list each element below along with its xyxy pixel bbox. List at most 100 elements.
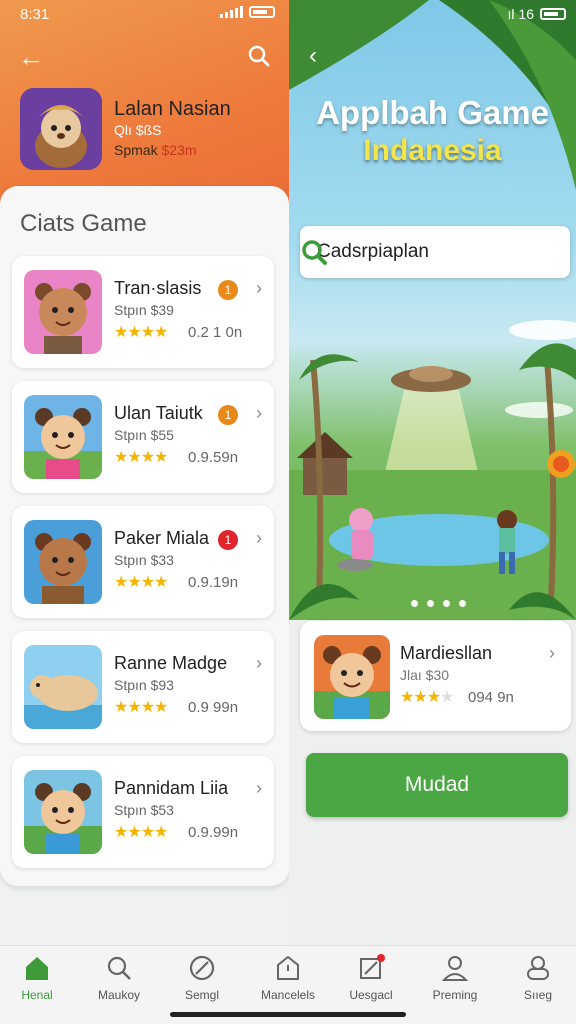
game-name: Ulan Taiutk [114, 403, 203, 423]
notification-badge: 1 [218, 405, 238, 425]
nav-item-search[interactable]: Maukoy [79, 954, 159, 1002]
game-thumbnail [24, 645, 102, 729]
chevron-right-icon: › [256, 528, 262, 548]
list-title: Ciats Game [20, 210, 147, 237]
game-thumbnail [24, 520, 102, 604]
list-item[interactable]: Ranne Madge › Stpın $93 ★★★★ 0.9 99n [12, 631, 274, 743]
search-icon[interactable] [247, 44, 271, 68]
edit-icon [360, 954, 385, 979]
nav-label: Maukoy [97, 988, 141, 1002]
hero-price-value: $23m [161, 142, 197, 158]
right-panel: ıl 16 ‹ Applbah Game Indanesia Cadsrpiap… [289, 0, 576, 945]
compass-icon [189, 955, 215, 981]
game-rating: 0.9.19n [188, 574, 239, 591]
island-scene-image [289, 0, 576, 620]
star-rating: ★★★★ [114, 824, 168, 841]
chevron-right-icon: › [549, 643, 555, 663]
left-panel: 8:31 ← Lalan Nasian Qlı $ßS Spmak $23m C… [0, 0, 289, 945]
carousel-dot[interactable] [459, 600, 466, 607]
star-rating: ★★★★ [114, 699, 168, 716]
game-price: Stpın $53 [114, 802, 174, 818]
battery-icon [540, 8, 566, 20]
nav-item-home[interactable]: Henal [0, 954, 77, 1002]
game-thumbnail [24, 270, 102, 354]
nav-item-settings[interactable]: Sııeg [498, 954, 576, 1002]
status-icons [220, 6, 275, 18]
game-name: Pannidam Liia [114, 778, 229, 798]
notification-badge: 1 [218, 530, 238, 550]
game-rating: 0.9.59n [188, 449, 239, 466]
home-indicator[interactable] [170, 1012, 406, 1017]
game-name: Tran·slasis [114, 278, 202, 298]
chevron-right-icon: › [256, 778, 262, 798]
nav-label: Henal [21, 988, 53, 1002]
games-list-card: Ciats Game Tran·slasis 1 › Stpın $39 ★★★… [0, 186, 289, 886]
list-item[interactable]: Paker Miala 1 › Stpın $33 ★★★★ 0.9.19n [12, 506, 274, 618]
nav-label: Sııeg [523, 988, 553, 1002]
game-rating: 0.9 99n [188, 699, 239, 716]
nav-label: Mancelels [260, 988, 316, 1002]
chevron-right-icon: › [256, 653, 262, 673]
home-icon [26, 957, 48, 980]
chevron-right-icon: › [256, 403, 262, 423]
star-rating: ★★★★ [114, 324, 168, 341]
signal-icon [220, 6, 243, 18]
game-thumbnail [314, 635, 390, 719]
list-item[interactable]: Pannidam Liia › Stpın $53 ★★★★ 0.9.99n [12, 756, 274, 868]
notification-badge: 1 [218, 280, 238, 300]
carousel-dot[interactable] [443, 600, 450, 607]
carousel-dot[interactable] [427, 600, 434, 607]
game-name: Paker Miala [114, 528, 210, 548]
primary-action-button[interactable]: Mudad [306, 753, 568, 817]
game-thumbnail [24, 395, 102, 479]
hero-subtitle: Qlı $ßS [114, 122, 162, 138]
feature-game-price: Jlaı $30 [400, 667, 450, 683]
nav-item-store[interactable]: Mancelels [248, 954, 328, 1002]
game-price: Stpın $33 [114, 552, 174, 568]
stars-filled: ★★★ [400, 689, 441, 706]
nav-label: Semgl [184, 988, 219, 1002]
game-rating: 0.2 1 0n [188, 324, 243, 341]
nav-label: Uesgacl [349, 988, 393, 1002]
signal-wifi-indicator: ıl 16 [507, 6, 534, 22]
feature-game-name: Mardiesllan [400, 643, 493, 663]
game-name: Ranne Madge [114, 653, 228, 673]
game-price: Stpın $39 [114, 302, 174, 318]
status-icons-right: ıl 16 [508, 6, 566, 22]
banner-title: Applbah Game [316, 94, 549, 131]
search-icon [107, 956, 131, 980]
search-input[interactable]: Cadsrpiaplan [300, 226, 570, 278]
carousel-dots[interactable] [411, 600, 466, 607]
settings-icon [527, 956, 549, 980]
star-rating: ★★★★ [114, 449, 168, 466]
shop-icon [277, 955, 299, 980]
status-time: 8:31 [20, 6, 50, 23]
battery-icon [249, 6, 275, 18]
chevron-right-icon: › [256, 278, 262, 298]
list-item[interactable]: Tran·slasis 1 › Stpın $39 ★★★★ 0.2 1 0n [12, 256, 274, 368]
carousel-dot[interactable] [411, 600, 418, 607]
back-arrow-icon[interactable]: ← [18, 42, 44, 73]
profile-icon [441, 956, 469, 981]
stars-empty: ★ [440, 689, 454, 706]
hero-title: Lalan Nasian [114, 98, 231, 120]
search-input-text: Cadsrpiaplan [317, 241, 429, 262]
star-rating: ★★★★ [400, 687, 454, 707]
game-price: Stpın $55 [114, 427, 174, 443]
hero-price-label: Spmak [114, 142, 158, 158]
hero-price: Spmak $23m [114, 142, 197, 158]
nav-label: Preming [432, 988, 478, 1002]
banner-illustration: ıl 16 ‹ Applbah Game Indanesia Cadsrpiap… [289, 0, 576, 620]
nav-item-edit[interactable]: Uesgacl [331, 954, 411, 1002]
nav-item-explore[interactable]: Semgl [162, 954, 242, 1002]
search-icon[interactable] [300, 238, 328, 266]
featured-game-card[interactable]: Mardiesllan › Jlaı $30 ★★★★ 094 9n [300, 621, 571, 731]
left-header: 8:31 ← Lalan Nasian Qlı $ßS Spmak $23m [0, 0, 289, 215]
list-item[interactable]: Ulan Taiutk 1 › Stpın $55 ★★★★ 0.9.59n [12, 381, 274, 493]
back-chevron-icon[interactable]: ‹ [309, 42, 317, 70]
star-rating: ★★★★ [114, 574, 168, 591]
banner-subtitle: Indanesia [363, 134, 502, 167]
hero-app-icon[interactable] [20, 88, 102, 170]
nav-item-profile[interactable]: Preming [415, 954, 495, 1002]
feature-game-rating: 094 9n [468, 689, 514, 706]
